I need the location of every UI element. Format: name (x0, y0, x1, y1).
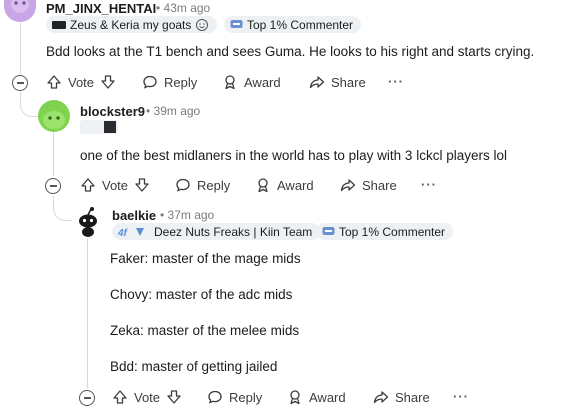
comment-timestamp: • 37m ago (160, 208, 215, 222)
flair-text: Zeus & Keria my goats (70, 17, 192, 32)
upvote-icon[interactable] (80, 177, 96, 193)
vote-label: Vote (134, 389, 161, 405)
reply-label: Reply (197, 177, 231, 193)
downvote-icon[interactable] (100, 74, 116, 90)
reply-connector (20, 92, 39, 117)
achievement-badge: Top 1% Commenter (224, 16, 362, 33)
avatar[interactable] (72, 206, 104, 238)
user-flair: Zeus & Keria my goats (46, 16, 218, 33)
flair-image-icon (80, 120, 118, 134)
award-label: Award (309, 389, 346, 405)
share-label: Share (331, 74, 366, 90)
share-button[interactable]: Share (340, 177, 397, 193)
award-label: Award (277, 177, 314, 193)
avatar[interactable] (4, 0, 36, 22)
flair-emote-icon (52, 20, 66, 29)
collapse-thread-button[interactable] (79, 390, 95, 406)
avatar-snoo-icon (79, 207, 97, 237)
downvote-icon[interactable] (166, 389, 182, 405)
share-icon (309, 76, 325, 89)
collapse-thread-button[interactable] (45, 178, 61, 194)
reply-connector (53, 196, 72, 221)
award-button[interactable]: Award (287, 389, 346, 405)
user-flair: 4f Deez Nuts Freaks | Kiin Team (112, 223, 321, 240)
reply-button[interactable]: Reply (142, 74, 197, 90)
commenter-badge-icon (322, 227, 335, 235)
award-label: Award (244, 74, 281, 90)
share-label: Share (395, 389, 430, 405)
award-button[interactable]: Award (255, 177, 314, 193)
flair-emote-icon (104, 121, 116, 133)
badge-text: Top 1% Commenter (339, 224, 446, 239)
reply-icon (176, 178, 190, 192)
share-button[interactable]: Share (309, 74, 366, 90)
reply-button[interactable]: Reply (175, 177, 230, 193)
award-icon (258, 178, 268, 193)
vote-label: Vote (68, 74, 95, 90)
vote-group[interactable]: Vote (112, 389, 182, 405)
award-icon (290, 390, 300, 405)
award-icon (225, 75, 235, 90)
reply-label: Reply (229, 389, 263, 405)
vote-group[interactable]: Vote (80, 177, 150, 193)
comment-body-line: Faker: master of the mage mids (110, 251, 301, 266)
more-options-button[interactable]: ··· (421, 177, 437, 192)
commenter-badge-icon (230, 20, 243, 28)
flair-face-icon (196, 18, 209, 31)
comment-body: one of the best midlaners in the world h… (80, 148, 507, 163)
more-options-button[interactable]: ··· (388, 74, 404, 89)
badge-text: Top 1% Commenter (247, 17, 354, 32)
share-button[interactable]: Share (373, 389, 430, 405)
share-icon (340, 179, 356, 192)
thread-line-blockster (53, 132, 54, 176)
flair-text: Deez Nuts Freaks | Kiin Team (154, 224, 313, 239)
reply-label: Reply (164, 74, 198, 90)
upvote-icon[interactable] (112, 389, 128, 405)
reply-button[interactable]: Reply (207, 389, 262, 405)
comment-username[interactable]: baelkie (112, 208, 156, 223)
comment-username[interactable]: PM_JINX_HENTAI (46, 1, 156, 16)
avatar-snoo-icon (11, 0, 29, 13)
thread-line-baelkie (87, 238, 88, 388)
flair-team-logos-icon: 4f (118, 227, 144, 238)
more-options-button[interactable]: ··· (453, 389, 469, 404)
award-button[interactable]: Award (222, 74, 281, 90)
avatar[interactable] (38, 100, 70, 132)
thread-line-main (20, 22, 21, 74)
comment-timestamp: • 39m ago (146, 104, 201, 118)
comment-body-line: Chovy: master of the adc mids (110, 287, 293, 302)
collapse-thread-button[interactable] (12, 75, 28, 91)
upvote-icon[interactable] (46, 74, 62, 90)
avatar-snoo-icon (43, 111, 65, 129)
downvote-icon[interactable] (134, 177, 150, 193)
achievement-badge: Top 1% Commenter (316, 223, 454, 240)
vote-group[interactable]: Vote (46, 74, 116, 90)
reply-icon (143, 75, 157, 89)
comment-body-line: Bdd: master of getting jailed (110, 359, 278, 374)
comment-timestamp: • 43m ago (156, 1, 211, 15)
vote-label: Vote (102, 177, 129, 193)
comment-body-line: Zeka: master of the melee mids (110, 323, 300, 338)
share-icon (373, 391, 389, 404)
svg-text:4f: 4f (118, 228, 129, 238)
reply-icon (208, 390, 222, 404)
comment-body: Bdd looks at the T1 bench and sees Guma.… (46, 44, 535, 59)
comment-username[interactable]: blockster9 (80, 104, 145, 119)
share-label: Share (362, 177, 397, 193)
